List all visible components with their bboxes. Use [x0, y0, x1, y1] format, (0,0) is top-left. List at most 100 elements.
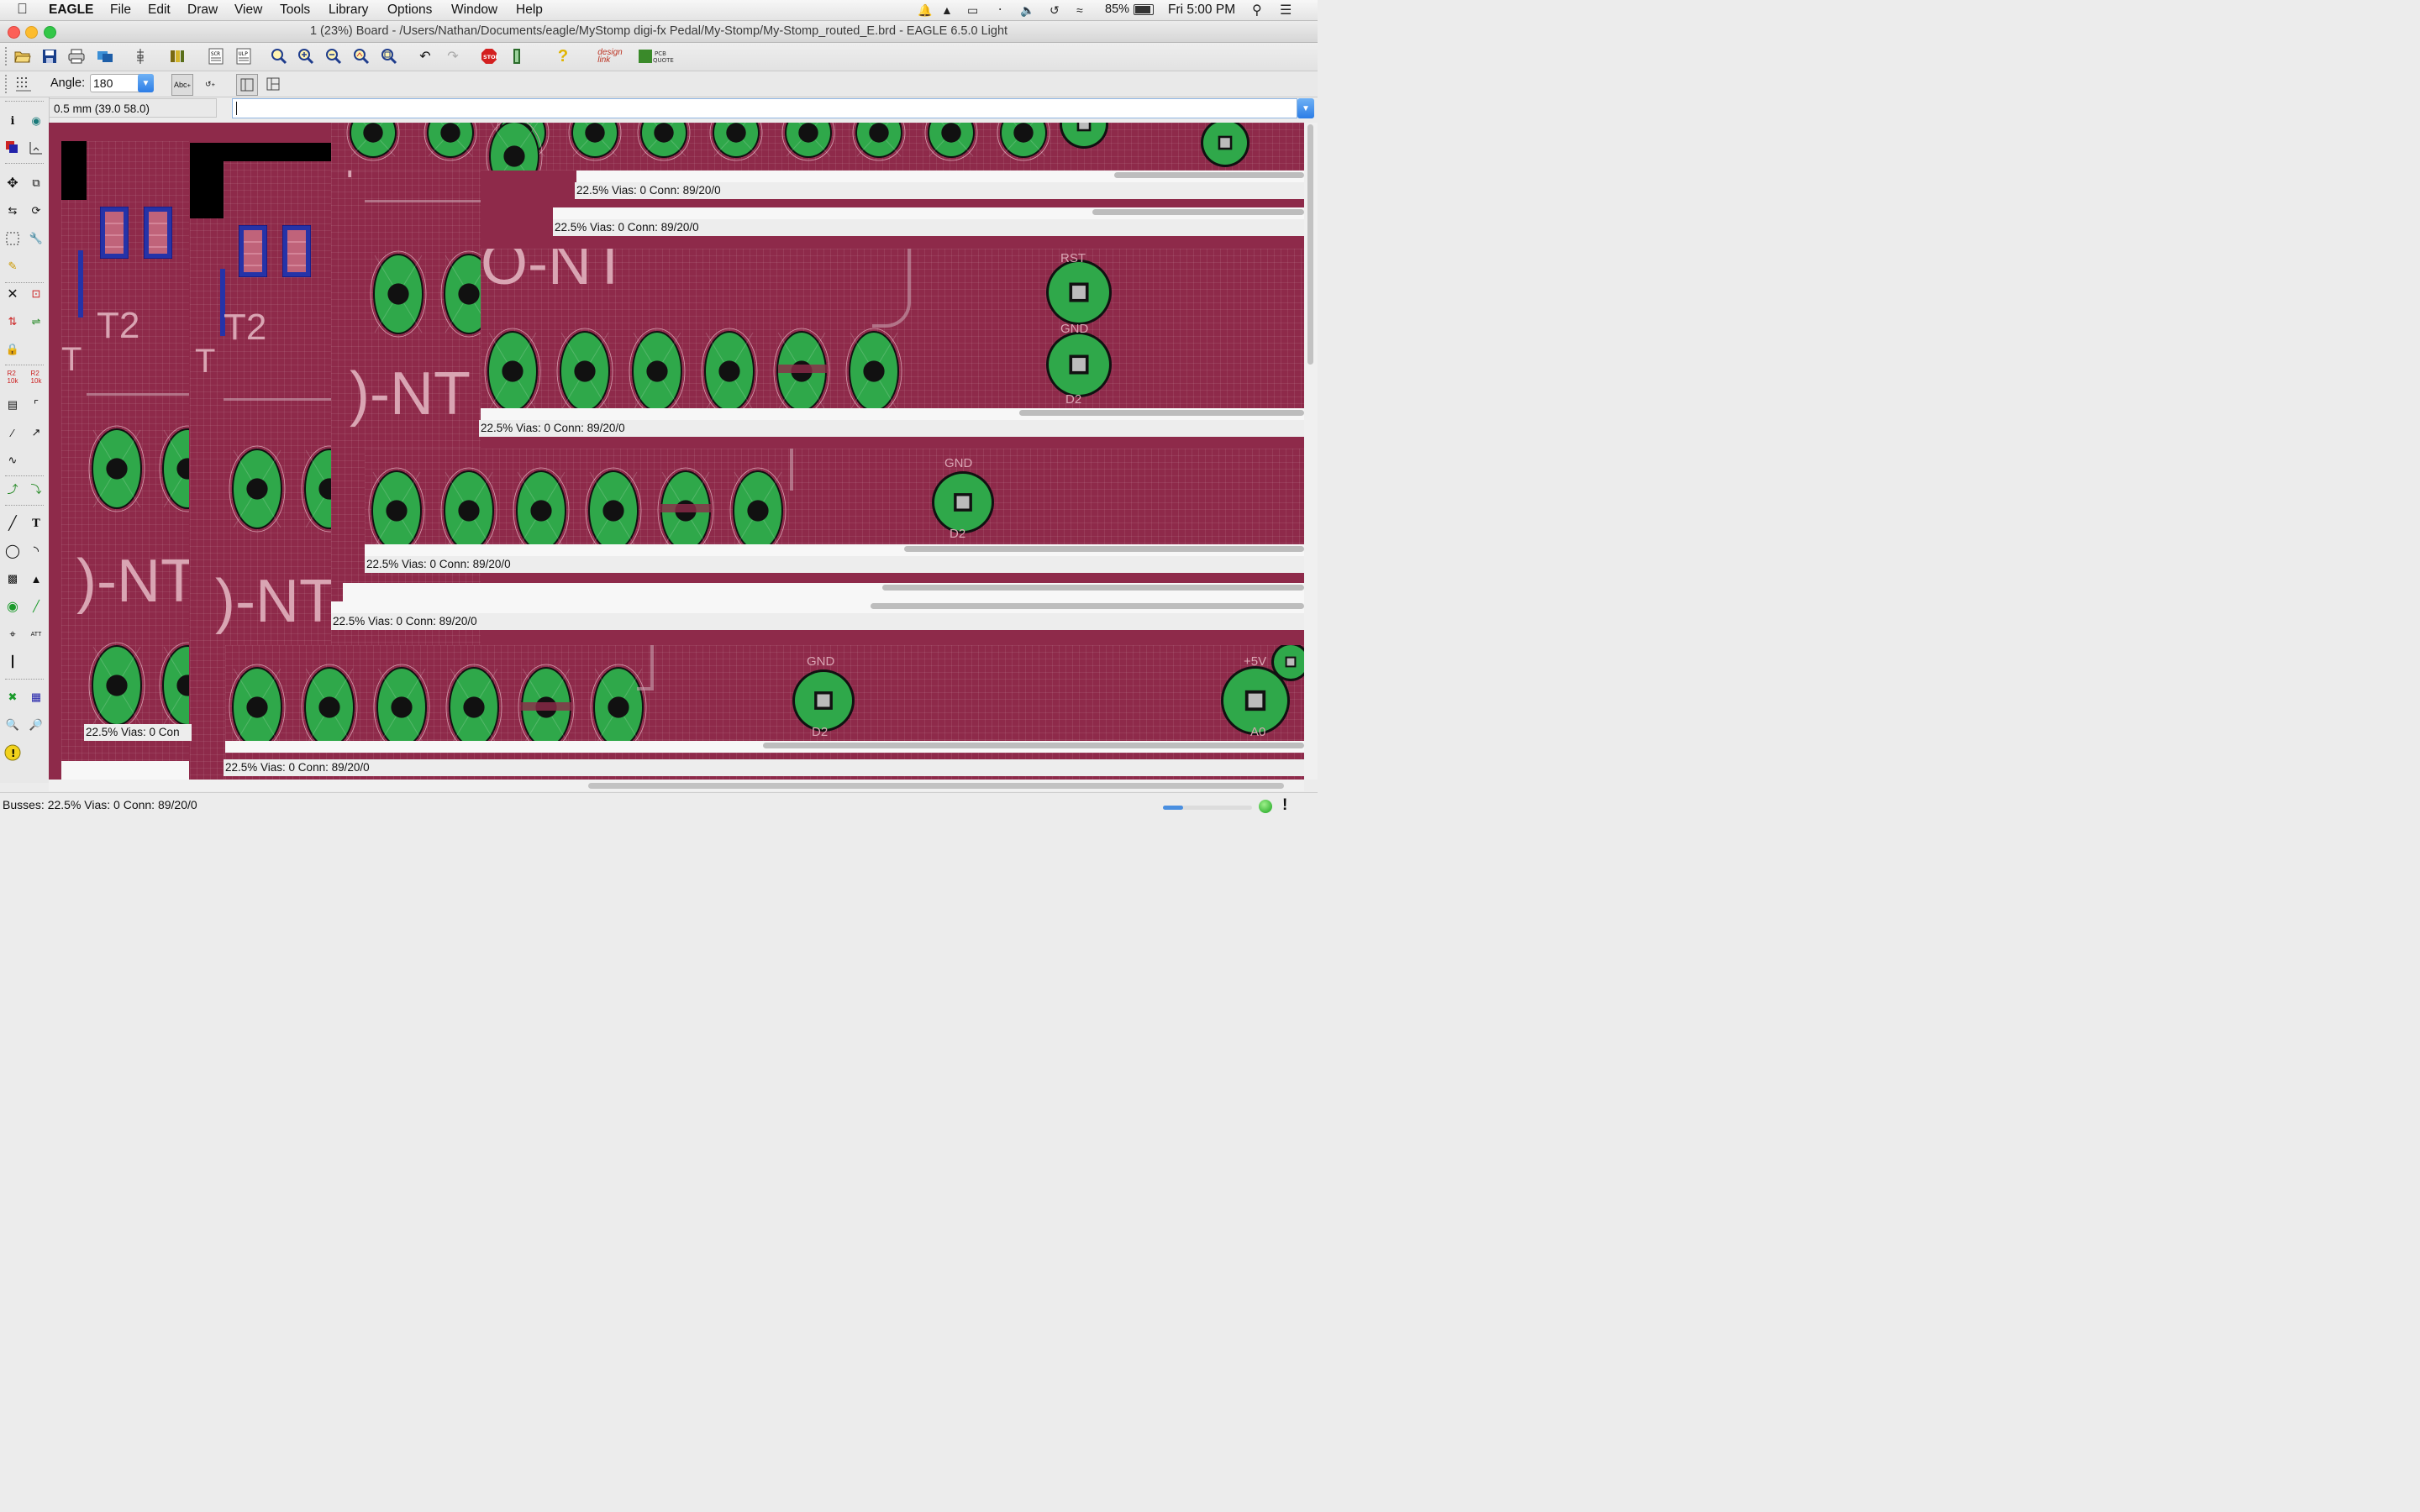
- menu-edit[interactable]: Edit: [148, 3, 171, 18]
- notification-center-icon[interactable]: ☰: [1280, 2, 1292, 18]
- help-icon[interactable]: ?: [553, 46, 573, 66]
- spotlight-search-icon[interactable]: ⚲: [1252, 2, 1262, 18]
- rectangle-tool-icon[interactable]: ▩: [3, 569, 23, 589]
- info-tool-icon[interactable]: i: [3, 111, 23, 131]
- menu-window[interactable]: Window: [451, 3, 497, 18]
- time-machine-icon[interactable]: ↺: [1050, 3, 1060, 18]
- dimension-tool-icon[interactable]: ┃: [3, 652, 23, 672]
- pcb-quote-icon[interactable]: PCB QUOTE: [637, 46, 674, 66]
- toolbar-grip[interactable]: [5, 47, 10, 66]
- undo-icon[interactable]: ↶: [415, 46, 435, 66]
- menu-library[interactable]: Library: [329, 3, 368, 18]
- copy-tool-icon[interactable]: ⧉: [26, 173, 46, 193]
- autorouter-tool-icon[interactable]: ▦: [26, 687, 46, 707]
- optimize-tool-icon[interactable]: ↗: [26, 423, 46, 443]
- polygon-tool-icon[interactable]: ▲: [26, 569, 46, 589]
- ripup-tool-icon[interactable]: ⤵: [26, 478, 46, 498]
- vertical-scroll-thumb[interactable]: [1307, 124, 1313, 365]
- zoom-to-fit-icon[interactable]: [269, 46, 289, 66]
- mirror-tool-icon[interactable]: ⇆: [3, 201, 23, 221]
- zoom-select-icon[interactable]: [379, 46, 399, 66]
- add-tool-icon[interactable]: ⊡: [26, 284, 46, 304]
- name-tool-icon[interactable]: R2 10k: [3, 367, 23, 387]
- spin-text-toggle-icon[interactable]: ↺ +: [200, 74, 220, 94]
- menu-draw[interactable]: Draw: [187, 3, 218, 18]
- miter-tool-icon[interactable]: ⌜: [26, 395, 46, 415]
- arc-tool-icon[interactable]: ◝: [26, 541, 46, 561]
- pinswap-tool-icon[interactable]: ⇅: [3, 312, 23, 332]
- rotate-tool-icon[interactable]: ⟳: [26, 201, 46, 221]
- menu-help[interactable]: Help: [516, 3, 543, 18]
- paste-tool-icon[interactable]: ✎: [3, 256, 23, 276]
- mark-tool-icon[interactable]: [26, 138, 46, 158]
- wifi-icon[interactable]: ≈: [1076, 3, 1083, 17]
- lock-tool-icon[interactable]: 🔒: [3, 339, 23, 360]
- menu-view[interactable]: View: [234, 3, 262, 18]
- redo-icon[interactable]: ↷: [443, 46, 463, 66]
- value-tool-icon[interactable]: R2 10k: [26, 367, 46, 387]
- layout-option-a-icon[interactable]: [236, 74, 258, 96]
- layout-option-b-icon[interactable]: [263, 74, 283, 94]
- replace-tool-icon[interactable]: ⇌: [26, 312, 46, 332]
- print-icon[interactable]: [66, 46, 87, 66]
- show-tool-icon[interactable]: ◉: [26, 111, 46, 131]
- erc-tool-icon[interactable]: 🔍: [3, 715, 23, 735]
- menu-options[interactable]: Options: [387, 3, 432, 18]
- menu-file[interactable]: File: [110, 3, 131, 18]
- grid-icon[interactable]: [13, 74, 34, 94]
- app-menu[interactable]: EAGLE: [49, 3, 93, 18]
- drc-tool-icon[interactable]: 🔎: [26, 715, 46, 735]
- vertical-scrollbar[interactable]: [1304, 123, 1318, 780]
- menubar-clock[interactable]: Fri 5:00 PM: [1168, 3, 1235, 18]
- apple-menu-icon[interactable]: : [17, 1, 28, 18]
- zoom-out-icon[interactable]: [324, 46, 344, 66]
- meander-tool-icon[interactable]: ∿: [3, 450, 23, 470]
- move-tool-icon[interactable]: ✥: [3, 173, 23, 193]
- ratsnest-tool-icon[interactable]: ✖: [3, 687, 23, 707]
- change-tool-icon[interactable]: 🔧: [26, 228, 46, 249]
- go-icon[interactable]: [507, 46, 527, 66]
- stop-icon[interactable]: STOP: [479, 46, 499, 66]
- notification-bell-icon[interactable]: 🔔: [918, 3, 932, 18]
- delete-tool-icon[interactable]: ✕: [3, 284, 23, 304]
- command-line-input[interactable]: [232, 98, 1297, 118]
- circle-tool-icon[interactable]: ◯: [3, 541, 23, 561]
- zoom-in-icon[interactable]: [296, 46, 316, 66]
- via-tool-icon[interactable]: ◉: [3, 596, 23, 617]
- airplay-icon[interactable]: ▭: [967, 3, 978, 18]
- save-icon[interactable]: [39, 46, 60, 66]
- errors-tool-icon[interactable]: !: [3, 743, 23, 763]
- mirror-text-toggle-icon[interactable]: Abc +: [171, 74, 193, 96]
- text-tool-icon[interactable]: T: [26, 513, 46, 533]
- horizontal-scrollbar[interactable]: [49, 780, 1304, 791]
- board-canvas[interactable]: T2 T )-NT T2 T)-NT)-NT O-NT RST GND D2…: [49, 123, 1304, 780]
- signal-tool-icon[interactable]: ╱: [26, 596, 46, 617]
- chevron-down-icon[interactable]: ▼: [138, 74, 154, 92]
- attribute-tool-icon[interactable]: ATT: [26, 624, 46, 644]
- toolbar-grip[interactable]: [5, 75, 10, 93]
- group-tool-icon[interactable]: [3, 228, 23, 249]
- battery-icon[interactable]: [1134, 4, 1154, 15]
- script-icon[interactable]: SCR: [206, 46, 226, 66]
- switch-to-schematic-icon[interactable]: [130, 46, 150, 66]
- run-ulp-icon[interactable]: ULP: [234, 46, 254, 66]
- cam-processor-icon[interactable]: [95, 46, 115, 66]
- angle-select[interactable]: 180 ▼: [90, 74, 154, 92]
- menu-tools[interactable]: Tools: [280, 3, 310, 18]
- display-layers-icon[interactable]: [3, 138, 23, 158]
- route-tool-icon[interactable]: ⤴: [3, 478, 23, 498]
- smash-tool-icon[interactable]: ▤: [3, 395, 23, 415]
- horizontal-scroll-thumb[interactable]: [588, 783, 1284, 789]
- command-history-dropdown-icon[interactable]: ▼: [1297, 98, 1314, 118]
- open-file-icon[interactable]: [13, 46, 33, 66]
- volume-icon[interactable]: 🔈: [1020, 3, 1034, 18]
- bluetooth-icon[interactable]: ᛫: [997, 3, 1003, 17]
- redraw-icon[interactable]: [351, 46, 371, 66]
- canvas-status-strip: 22.5% Vias: 0 Conn: 89/20/0: [331, 613, 1304, 630]
- hole-tool-icon[interactable]: ⌖: [3, 624, 23, 644]
- wire-tool-icon[interactable]: ╱: [3, 513, 23, 533]
- use-library-icon[interactable]: [167, 46, 187, 66]
- design-link-icon[interactable]: design link: [591, 46, 629, 66]
- split-tool-icon[interactable]: ∕: [3, 423, 23, 443]
- google-drive-icon[interactable]: ▲: [941, 3, 953, 17]
